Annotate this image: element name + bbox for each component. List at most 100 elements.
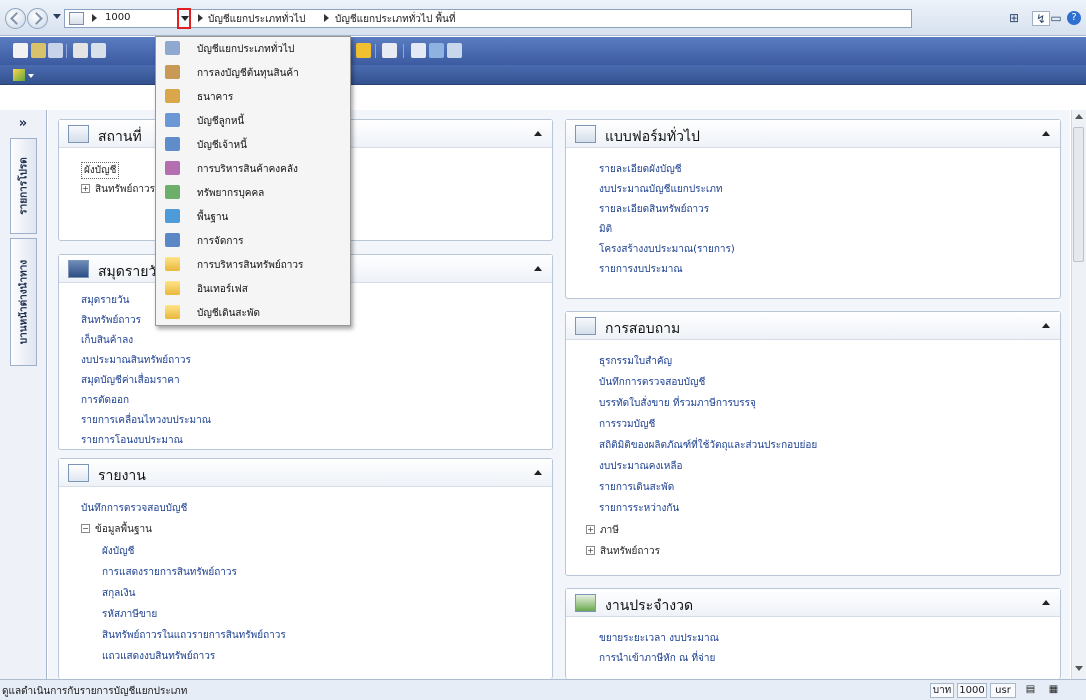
menu-item[interactable]: ธนาคาร <box>156 85 350 109</box>
print-icon[interactable] <box>73 43 88 58</box>
scrollbar-thumb[interactable] <box>1073 127 1084 262</box>
new-icon[interactable] <box>13 43 28 58</box>
preview-icon[interactable] <box>91 43 106 58</box>
sitemap-icon[interactable]: ⊞ <box>1006 11 1022 26</box>
collapse-icon[interactable] <box>534 470 542 475</box>
collapse-icon[interactable] <box>1042 323 1050 328</box>
breadcrumb-module[interactable]: บัญชีแยกประเภททั่วไป <box>208 12 305 27</box>
menu-item-label: การจัดการ <box>197 236 244 247</box>
session-icon[interactable]: ▦ <box>1045 683 1062 698</box>
inquiry-link[interactable]: บันทึกการตรวจสอบบัญชี <box>599 375 705 390</box>
menu-item[interactable]: บัญชีลูกหนี้ <box>156 109 350 133</box>
breadcrumb-area-page[interactable]: บัญชีแยกประเภททั่วไป พื้นที่ <box>335 12 456 27</box>
report-link[interactable]: สินทรัพย์ถาวรในแถวรายการสินทรัพย์ถาวร <box>102 628 286 643</box>
expand-icon[interactable]: + <box>81 184 90 193</box>
document-icon[interactable] <box>382 43 397 58</box>
menu-item[interactable]: บัญชีเจ้าหนี้ <box>156 133 350 157</box>
tab-navigation-pane[interactable]: บานหน้าต่างนำทาง <box>10 238 37 366</box>
menu-item[interactable]: บัญชีเดินสะพัด <box>156 301 350 325</box>
toolbar-separator <box>66 44 67 58</box>
menu-item[interactable]: การลงบัญชีต้นทุนสินค้า <box>156 61 350 85</box>
collapse-icon[interactable] <box>1042 600 1050 605</box>
journal-link[interactable]: งบประมาณสินทรัพย์ถาวร <box>81 353 191 368</box>
link-fixed-assets[interactable]: สินทรัพย์ถาวร <box>95 182 155 197</box>
grid-icon[interactable] <box>429 43 444 58</box>
inquiries-header[interactable]: การสอบถาม <box>566 312 1060 340</box>
scroll-up-icon[interactable] <box>1075 114 1083 119</box>
journal-link[interactable]: รายการโอนงบประมาณ <box>81 433 183 448</box>
inquiry-link[interactable]: งบประมาณคงเหลือ <box>599 459 683 474</box>
open-icon[interactable] <box>31 43 46 58</box>
form-link[interactable]: รายละเอียดผังบัญชี <box>599 162 682 177</box>
periodic-header[interactable]: งานประจำงวด <box>566 589 1060 617</box>
table-icon[interactable] <box>447 43 462 58</box>
status-text: ดูแลดำเนินการกับรายการบัญชีแยกประเภท <box>2 686 188 697</box>
alert-icon[interactable] <box>356 43 371 58</box>
journal-link[interactable]: เก็บสินค้าลง <box>81 333 133 348</box>
inquiry-link[interactable]: รายการเดินสะพัด <box>599 480 674 495</box>
places-icon <box>68 125 89 143</box>
company-indicator[interactable]: 1000 <box>957 683 987 698</box>
back-button[interactable] <box>5 8 26 29</box>
link-chart-of-accounts[interactable]: ผังบัญชี <box>81 162 120 179</box>
journal-link[interactable]: สินทรัพย์ถาวร <box>81 313 141 328</box>
inquiry-link[interactable]: สถิติมิติของผลิตภัณฑ์ที่ใช้วัตถุและส่วนป… <box>599 438 817 453</box>
collapse-icon[interactable] <box>1042 131 1050 136</box>
currency-indicator[interactable]: บาท <box>930 683 954 698</box>
report-group-basic-data[interactable]: ข้อมูลพื้นฐาน <box>95 522 152 537</box>
tab-favorites[interactable]: รายการโปรด <box>10 138 37 234</box>
history-dropdown-icon[interactable] <box>53 14 61 19</box>
inquiry-link[interactable]: รายการระหว่างกัน <box>599 501 679 516</box>
report-link[interactable]: แถวแสดงงบสินทรัพย์ถาวร <box>102 649 215 664</box>
inquiry-group-tax[interactable]: ภาษี <box>600 523 619 538</box>
menu-item[interactable]: การบริหารสินทรัพย์ถาวร <box>156 253 350 277</box>
form-link[interactable]: รายละเอียดสินทรัพย์ถาวร <box>599 202 709 217</box>
window-icon[interactable]: ▭ <box>1048 11 1064 26</box>
form-link[interactable]: มิติ <box>599 222 612 237</box>
expand-sidebar-button[interactable]: » <box>13 116 33 132</box>
forward-button[interactable] <box>27 8 48 29</box>
inquiry-link[interactable]: การรวมบัญชี <box>599 417 655 432</box>
menu-item[interactable]: การบริหารสินค้าคงคลัง <box>156 157 350 181</box>
expand-icon[interactable]: + <box>586 525 595 534</box>
user-indicator[interactable]: usr <box>990 683 1016 698</box>
expand-icon[interactable]: + <box>586 546 595 555</box>
menu-item[interactable]: ทรัพยากรบุคคล <box>156 181 350 205</box>
menu-item-label: บัญชีเดินสะพัด <box>197 308 260 319</box>
collapse-group-icon[interactable]: − <box>81 524 90 533</box>
scroll-down-icon[interactable] <box>1075 666 1083 671</box>
report-link[interactable]: บันทึกการตรวจสอบบัญชี <box>81 501 187 516</box>
form-link[interactable]: โครงสร้างงบประมาณ(รายการ) <box>599 242 735 257</box>
report-link[interactable]: รหัสภาษีขาย <box>102 607 157 622</box>
collapse-icon[interactable] <box>534 131 542 136</box>
journal-link[interactable]: สมุดรายวัน <box>81 293 130 308</box>
inquiry-link[interactable]: บรรทัดใบสั่งขาย ที่รวมภาษีการบรรจุ <box>599 396 756 411</box>
address-field[interactable]: 1000 บัญชีแยกประเภททั่วไป บัญชีแยกประเภท… <box>64 8 912 29</box>
report-link[interactable]: ผังบัญชี <box>102 544 134 559</box>
chevron-down-icon[interactable] <box>28 74 34 78</box>
periodic-link[interactable]: การนำเข้าภาษีหัก ณ ที่จ่าย <box>599 651 715 666</box>
form-link[interactable]: รายการงบประมาณ <box>599 262 683 277</box>
save-icon[interactable] <box>48 43 63 58</box>
journal-link[interactable]: รายการเคลื่อนไหวงบประมาณ <box>81 413 211 428</box>
inquiry-link[interactable]: ธุรกรรมใบสำคัญ <box>599 354 672 369</box>
form-link[interactable]: งบประมาณบัญชีแยกประเภท <box>599 182 723 197</box>
collapse-icon[interactable] <box>534 266 542 271</box>
forms-header[interactable]: แบบฟอร์มทั่วไป <box>566 120 1060 148</box>
company-dropdown-icon[interactable] <box>177 8 191 29</box>
menu-item[interactable]: อินเทอร์เฟส <box>156 277 350 301</box>
favorites-icon[interactable] <box>13 69 25 81</box>
inquiry-group-fixed-assets[interactable]: สินทรัพย์ถาวร <box>600 544 660 559</box>
notification-icon[interactable]: ▤ <box>1022 683 1039 698</box>
report-link[interactable]: สกุลเงิน <box>102 586 135 601</box>
periodic-link[interactable]: ขยายระยะเวลา งบประมาณ <box>599 631 719 646</box>
help-icon[interactable]: ? <box>1067 11 1081 25</box>
report-icon[interactable] <box>411 43 426 58</box>
reports-header[interactable]: รายงาน <box>59 459 552 487</box>
report-link[interactable]: การแสดงรายการสินทรัพย์ถาวร <box>102 565 237 580</box>
menu-item[interactable]: บัญชีแยกประเภททั่วไป <box>156 37 350 61</box>
menu-item[interactable]: พื้นฐาน <box>156 205 350 229</box>
journal-link[interactable]: สมุดบัญชีค่าเสื่อมราคา <box>81 373 180 388</box>
journal-link[interactable]: การตัดออก <box>81 393 129 408</box>
menu-item[interactable]: การจัดการ <box>156 229 350 253</box>
